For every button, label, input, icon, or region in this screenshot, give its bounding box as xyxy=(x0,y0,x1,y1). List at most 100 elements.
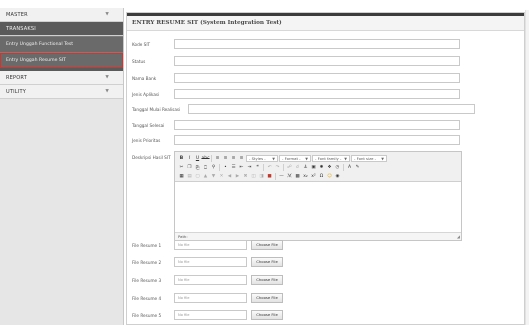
file-resume-label: File Resume 1 xyxy=(132,243,162,248)
align-right-icon[interactable]: ≡ xyxy=(230,155,237,162)
blockquote-icon[interactable]: ❝ xyxy=(254,164,261,171)
jenis-aplikasi-input[interactable] xyxy=(174,89,460,99)
kode-sit-input[interactable] xyxy=(174,39,460,49)
superscript-icon[interactable]: x² xyxy=(310,173,317,180)
delete-row-icon[interactable]: ✕ xyxy=(218,173,225,180)
file-input[interactable]: No file xyxy=(174,293,247,303)
choose-file-button[interactable]: Choose File xyxy=(251,240,283,250)
italic-icon[interactable]: I xyxy=(186,155,193,162)
cut-icon[interactable]: ✂ xyxy=(178,164,185,171)
bullet-list-icon[interactable]: • xyxy=(222,164,229,171)
align-left-icon[interactable]: ≡ xyxy=(214,155,221,162)
align-justify-icon[interactable]: ≡ xyxy=(238,155,245,162)
editor-content-area[interactable] xyxy=(175,183,461,232)
bold-icon[interactable]: B xyxy=(178,155,185,162)
tanggal-mulai-input[interactable] xyxy=(188,104,475,114)
kode-sit-label: Kode SIT xyxy=(132,42,151,47)
edit-html-icon[interactable]: ❖ xyxy=(326,164,333,171)
file-input[interactable]: No file xyxy=(174,240,247,250)
nav-section-transaksi[interactable]: TRANSAKSI xyxy=(0,22,123,36)
styles-select[interactable]: - Styles - ▼ xyxy=(246,155,278,162)
toolbar-divider xyxy=(263,164,264,171)
media-icon[interactable]: ◉ xyxy=(334,173,341,180)
insert-row-before-icon[interactable]: ▲ xyxy=(202,173,209,180)
image-icon[interactable]: ▣ xyxy=(310,164,317,171)
nama-bank-input[interactable] xyxy=(174,73,460,83)
copy-icon[interactable]: ❐ xyxy=(186,164,193,171)
editor-toolbar: B I U abc ≡ ≡ ≡ ≡ - Styles - ▼ - Format -… xyxy=(175,152,461,182)
underline-icon[interactable]: U xyxy=(194,155,201,162)
subscript-icon[interactable]: x₂ xyxy=(302,173,309,180)
nav-section-utility[interactable]: UTILITY ▼ xyxy=(0,85,123,99)
form-row-nama-bank: Nama Bank xyxy=(127,73,526,84)
highlight-color-icon[interactable]: ✎ xyxy=(354,164,361,171)
jenis-aplikasi-label: Jenis Aplikasi xyxy=(132,92,160,97)
jenis-prioritas-input[interactable] xyxy=(174,135,460,145)
insert-col-after-icon[interactable]: ▶ xyxy=(234,173,241,180)
choose-file-button[interactable]: Choose File xyxy=(251,293,283,303)
choose-file-button[interactable]: Choose File xyxy=(251,257,283,267)
choose-file-button[interactable]: Choose File xyxy=(251,275,283,285)
file-row: File Resume 3 No file Choose File xyxy=(127,275,297,286)
status-label: Status xyxy=(132,59,146,64)
cleanup-icon[interactable]: ✹ xyxy=(318,164,325,171)
special-char-icon[interactable]: Ω xyxy=(318,173,325,180)
file-input[interactable]: No file xyxy=(174,275,247,285)
clear-format-icon[interactable]: ℳ xyxy=(286,173,293,180)
visual-aid-icon[interactable]: ▩ xyxy=(294,173,301,180)
nav-section-label: UTILITY xyxy=(6,89,26,95)
nav-item-entry-unggah-resume-sit[interactable]: Entry Unggah Resume SIT xyxy=(0,52,123,68)
nav-section-master[interactable]: MASTER ▼ xyxy=(0,8,123,22)
remove-format-icon[interactable]: ■ xyxy=(266,173,273,180)
page-title: ENTRY RESUME SIT (System Integration Tes… xyxy=(127,16,524,31)
anchor-icon[interactable]: ⚓ xyxy=(302,164,309,171)
file-input[interactable]: No file xyxy=(174,257,247,267)
unlink-icon[interactable]: ☌ xyxy=(294,164,301,171)
form-row-kode-sit: Kode SIT xyxy=(127,39,526,50)
paste-icon[interactable]: ⎘ xyxy=(194,164,201,171)
emoticon-icon[interactable]: ☺ xyxy=(326,173,333,180)
outdent-icon[interactable]: ⇤ xyxy=(238,164,245,171)
chevron-down-icon: ▼ xyxy=(344,156,347,161)
numbered-list-icon[interactable]: ☰ xyxy=(230,164,237,171)
page-scrollbar[interactable] xyxy=(525,10,529,325)
redo-icon[interactable]: ↷ xyxy=(274,164,281,171)
editor-status-bar: Path: xyxy=(175,232,461,240)
nav-item-label: Entry Unggah Functional Test xyxy=(6,42,74,47)
file-resume-label: File Resume 5 xyxy=(132,313,162,318)
choose-file-button[interactable]: Choose File xyxy=(251,310,283,320)
format-select[interactable]: - Format - ▼ xyxy=(279,155,311,162)
font-family-select[interactable]: - Font family - ▼ xyxy=(312,155,350,162)
nav-section-label: REPORT xyxy=(6,75,27,81)
undo-icon[interactable]: ↶ xyxy=(266,164,273,171)
paste-text-icon[interactable]: ⎕ xyxy=(202,164,209,171)
nav-section-report[interactable]: REPORT ▼ xyxy=(0,71,123,85)
cell-props-icon[interactable]: ▢ xyxy=(194,173,201,180)
tanggal-selesai-input[interactable] xyxy=(174,120,460,130)
insert-row-after-icon[interactable]: ▼ xyxy=(210,173,217,180)
text-color-icon[interactable]: A xyxy=(346,164,353,171)
table-icon[interactable]: ▦ xyxy=(178,173,185,180)
link-icon[interactable]: ☍ xyxy=(286,164,293,171)
tanggal-mulai-label: Tanggal Mulai Realisasi xyxy=(132,107,181,112)
nav-item-entry-unggah-functional-test[interactable]: Entry Unggah Functional Test xyxy=(0,36,123,52)
row-props-icon[interactable]: ▤ xyxy=(186,173,193,180)
resize-handle-icon[interactable]: ◢ xyxy=(457,234,460,239)
chevron-down-icon: ▼ xyxy=(105,75,109,80)
align-center-icon[interactable]: ≡ xyxy=(222,155,229,162)
find-replace-icon[interactable]: ⚲ xyxy=(210,164,217,171)
insert-date-icon[interactable]: ◷ xyxy=(334,164,341,171)
merge-cells-icon[interactable]: ◨ xyxy=(258,173,265,180)
file-input[interactable]: No file xyxy=(174,310,247,320)
strikethrough-icon[interactable]: abc xyxy=(201,155,209,162)
font-size-select[interactable]: - Font size - ▼ xyxy=(351,155,387,162)
form-row-tanggal-mulai: Tanggal Mulai Realisasi xyxy=(127,104,526,115)
delete-col-icon[interactable]: ✖ xyxy=(242,173,249,180)
horizontal-rule-icon[interactable]: — xyxy=(278,173,285,180)
file-row: File Resume 5 No file Choose File xyxy=(127,310,297,321)
editor-path-label: Path: xyxy=(178,234,188,239)
split-cells-icon[interactable]: ◫ xyxy=(250,173,257,180)
status-input[interactable] xyxy=(174,56,460,66)
indent-icon[interactable]: ⇥ xyxy=(246,164,253,171)
insert-col-before-icon[interactable]: ◀ xyxy=(226,173,233,180)
